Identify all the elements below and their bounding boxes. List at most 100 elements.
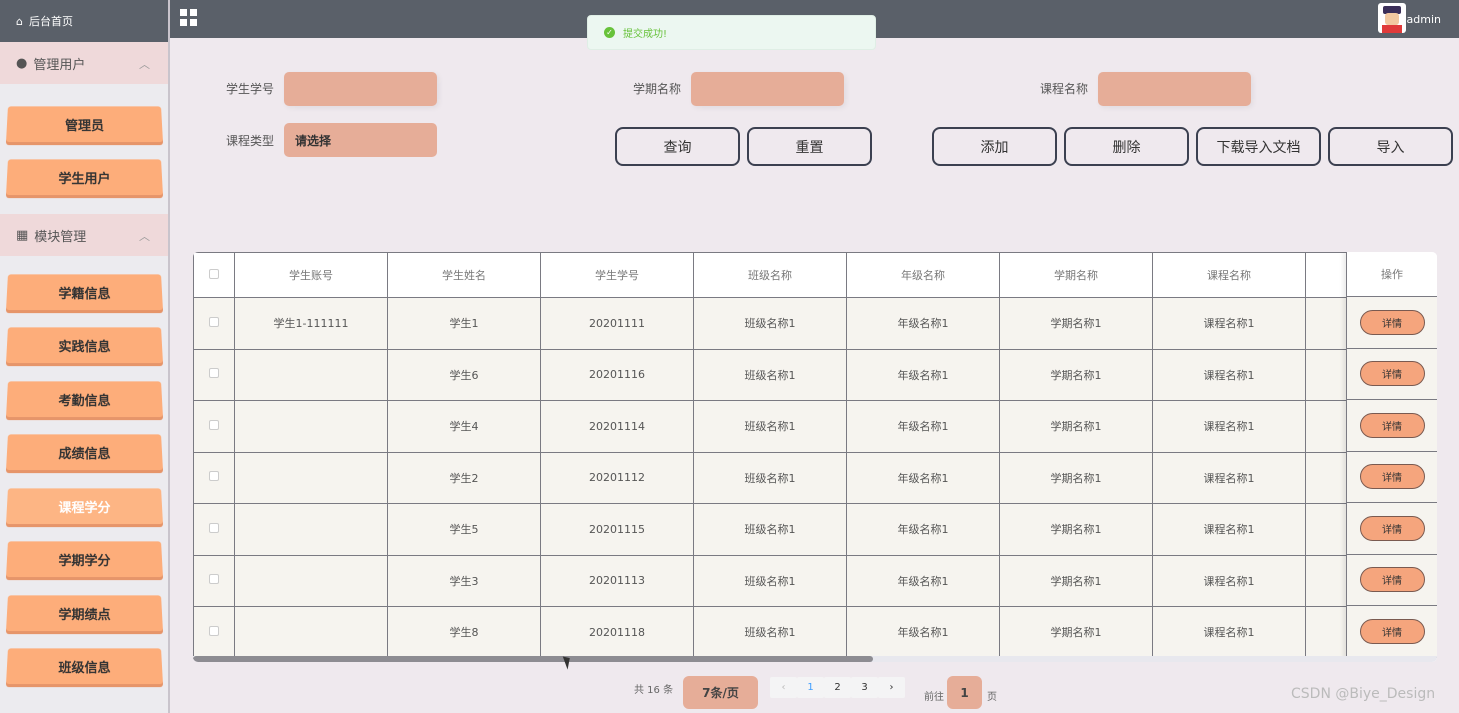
table-cell: 课程名称1 <box>1152 400 1306 453</box>
table-cell <box>234 606 388 659</box>
row-select-cell[interactable] <box>193 554 235 607</box>
row-select-cell[interactable] <box>193 503 235 556</box>
row-checkbox[interactable] <box>209 522 219 533</box>
username[interactable]: admin <box>1407 13 1441 26</box>
watermark: CSDN @Biye_Design <box>1291 686 1436 702</box>
table-cell: 学期名称1 <box>999 503 1153 556</box>
sidebar-item-admin[interactable]: 管理员 <box>5 106 163 142</box>
sidebar-group-modules[interactable]: ▦ 模块管理 ︿ <box>0 214 168 256</box>
table-cell <box>234 400 388 453</box>
sidebar-home[interactable]: ⌂ 后台首页 <box>0 0 168 42</box>
detail-button[interactable]: 详情 <box>1359 412 1425 438</box>
page-3[interactable]: 3 <box>851 677 878 698</box>
menu-grid-icon[interactable] <box>180 9 197 26</box>
page-size-select[interactable]: 7条/页 <box>683 676 758 709</box>
row-select-cell[interactable] <box>193 348 235 401</box>
table-cell: 课程名称1 <box>1152 606 1306 659</box>
row-checkbox[interactable] <box>209 368 219 379</box>
table-cell <box>234 451 388 504</box>
table-cell: 班级名称1 <box>693 348 847 401</box>
sidebar-group-users[interactable]: ● 管理用户 ︿ <box>0 42 168 84</box>
col-header: 学生姓名 <box>387 252 541 298</box>
course-name-label: 课程名称 <box>1040 82 1089 96</box>
table-cell: 学期名称1 <box>999 400 1153 453</box>
table-cell: 学生1-111111 <box>234 297 388 350</box>
col-header: 年级名称 <box>846 252 1000 298</box>
row-select-cell[interactable] <box>193 400 235 453</box>
page-1[interactable]: 1 <box>797 677 824 698</box>
table-cell: 学生5 <box>387 503 541 556</box>
horizontal-scrollbar[interactable] <box>193 656 1437 662</box>
table-cell: 学生6 <box>387 348 541 401</box>
ops-cell: 详情 <box>1346 503 1437 555</box>
sidebar-group-label: 模块管理 <box>34 229 87 245</box>
row-select-cell[interactable] <box>193 606 235 659</box>
scrollbar-thumb[interactable] <box>193 656 873 662</box>
row-checkbox[interactable] <box>209 316 219 327</box>
sidebar-item-course-credits[interactable]: 课程学分 <box>5 488 163 524</box>
table-cell: 学生4 <box>387 400 541 453</box>
delete-button[interactable]: 删除 <box>1064 127 1189 166</box>
row-checkbox[interactable] <box>209 471 219 482</box>
sidebar-item-term-gpa[interactable]: 学期绩点 <box>5 595 163 631</box>
ops-cell: 详情 <box>1346 451 1437 503</box>
row-checkbox[interactable] <box>209 574 219 585</box>
table-cell: 20201113 <box>540 554 694 607</box>
next-page-button[interactable]: › <box>878 677 905 698</box>
table-cell: 学期名称1 <box>999 348 1153 401</box>
col-header: 学生账号 <box>234 252 388 298</box>
table-cell: 年级名称1 <box>846 348 1000 401</box>
table-cell: 学期名称1 <box>999 606 1153 659</box>
sidebar-item-student-user[interactable]: 学生用户 <box>5 159 163 196</box>
table-grid: 学生账号 学生姓名 学生学号 班级名称 年级名称 学期名称 课程名称 学生1-1… <box>193 252 1366 659</box>
table-row: 学生1-111111 学生1 20201111 班级名称1 年级名称1 学期名称1 课程名称… <box>193 297 1366 350</box>
prev-page-button[interactable]: ‹ <box>770 677 797 698</box>
data-table: 学生账号 学生姓名 学生学号 班级名称 年级名称 学期名称 课程名称 学生1-1… <box>193 252 1437 662</box>
sidebar-item-grades[interactable]: 成绩信息 <box>5 434 163 471</box>
detail-button[interactable]: 详情 <box>1359 464 1425 490</box>
detail-button[interactable]: 详情 <box>1359 567 1425 593</box>
term-name-input[interactable] <box>691 72 844 106</box>
sidebar-item-practice[interactable]: 实践信息 <box>5 327 163 364</box>
user-icon: ● <box>16 55 28 71</box>
success-toast: ✓ 提交成功! <box>587 15 876 50</box>
avatar[interactable] <box>1378 3 1406 33</box>
import-button[interactable]: 导入 <box>1328 127 1453 166</box>
detail-button[interactable]: 详情 <box>1359 361 1425 387</box>
course-name-input[interactable] <box>1098 72 1251 106</box>
add-button[interactable]: 添加 <box>932 127 1057 166</box>
page-2[interactable]: 2 <box>824 677 851 698</box>
table-cell: 学期名称1 <box>999 451 1153 504</box>
query-button[interactable]: 查询 <box>615 127 740 166</box>
goto-input[interactable]: 1 <box>947 676 982 709</box>
col-header: 学生学号 <box>540 252 694 298</box>
sidebar-item-enrollment[interactable]: 学籍信息 <box>5 274 163 310</box>
reset-button[interactable]: 重置 <box>747 127 872 166</box>
page-suffix: 页 <box>987 692 997 703</box>
table-row: 学生4 20201114 班级名称1 年级名称1 学期名称1 课程名称1 <box>193 400 1366 453</box>
ops-cell: 详情 <box>1346 297 1437 349</box>
select-all-cell[interactable] <box>193 252 235 298</box>
table-cell: 班级名称1 <box>693 606 847 659</box>
detail-button[interactable]: 详情 <box>1359 618 1425 644</box>
detail-button[interactable]: 详情 <box>1359 309 1425 335</box>
student-no-label: 学生学号 <box>226 82 275 96</box>
table-cell: 年级名称1 <box>846 400 1000 453</box>
sidebar-item-attendance[interactable]: 考勤信息 <box>5 381 163 417</box>
sidebar-home-label: 后台首页 <box>28 15 73 28</box>
home-icon: ⌂ <box>16 14 23 28</box>
detail-button[interactable]: 详情 <box>1359 515 1425 541</box>
ops-cell: 详情 <box>1346 554 1437 606</box>
course-type-select[interactable]: 请选择 <box>284 123 437 157</box>
select-all-checkbox[interactable] <box>209 268 219 279</box>
table-cell: 学生8 <box>387 606 541 659</box>
sidebar-item-term-credits[interactable]: 学期学分 <box>5 541 163 578</box>
row-select-cell[interactable] <box>193 451 235 504</box>
ops-cell: 详情 <box>1346 400 1437 452</box>
download-template-button[interactable]: 下载导入文档 <box>1196 127 1321 166</box>
row-checkbox[interactable] <box>209 625 219 636</box>
student-no-input[interactable] <box>284 72 437 106</box>
row-checkbox[interactable] <box>209 419 219 430</box>
ops-cell: 详情 <box>1346 606 1437 658</box>
row-select-cell[interactable] <box>193 297 235 350</box>
